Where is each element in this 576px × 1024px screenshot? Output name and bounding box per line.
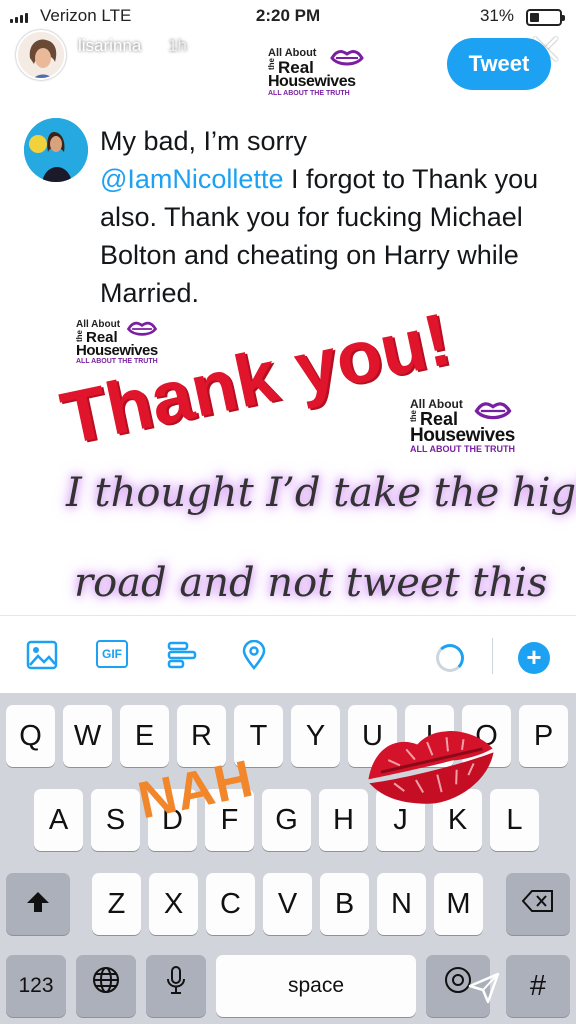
location-icon[interactable]: [238, 639, 270, 671]
delete-key[interactable]: [506, 873, 570, 935]
key[interactable]: V: [263, 873, 312, 935]
watermark-logo: All About Real Housewives ALL ABOUT THE …: [262, 44, 384, 97]
key[interactable]: W: [63, 705, 112, 767]
poll-icon[interactable]: [166, 640, 198, 670]
image-icon[interactable]: [26, 640, 58, 670]
caption-line1: I thought I’d take the high: [66, 470, 576, 516]
key[interactable]: P: [519, 705, 568, 767]
key[interactable]: Y: [291, 705, 340, 767]
key[interactable]: M: [434, 873, 483, 935]
story-avatar[interactable]: [16, 30, 66, 80]
compose-toolbar: GIF +: [0, 615, 576, 693]
watermark-line4: ALL ABOUT THE TRUTH: [410, 444, 515, 454]
key[interactable]: A: [34, 789, 83, 851]
globe-key[interactable]: [76, 955, 136, 1017]
tweet-compose-text[interactable]: My bad, I’m sorry @IamNicollette I forgo…: [100, 122, 560, 312]
numbers-key[interactable]: 123: [6, 955, 66, 1017]
space-key[interactable]: space: [216, 955, 416, 1017]
hash-key[interactable]: #: [506, 955, 570, 1017]
key[interactable]: C: [206, 873, 255, 935]
lips-logo-icon: [474, 402, 512, 420]
watermark-the: the: [409, 410, 418, 422]
key[interactable]: B: [320, 873, 369, 935]
key[interactable]: E: [120, 705, 169, 767]
character-count-ring: [436, 644, 464, 672]
tweet-text-line1: My bad, I’m sorry: [100, 126, 308, 156]
battery-icon: [526, 9, 565, 26]
watermark-the: the: [267, 58, 276, 70]
key[interactable]: Z: [92, 873, 141, 935]
user-avatar[interactable]: [24, 118, 88, 182]
lips-sticker-icon: [360, 712, 500, 817]
shift-key[interactable]: [6, 873, 70, 935]
battery-percent: 31%: [479, 6, 514, 25]
toolbar-divider: [492, 638, 493, 674]
microphone-key[interactable]: [146, 955, 206, 1017]
watermark-the: the: [75, 330, 84, 342]
watermark-line4: ALL ABOUT THE TRUTH: [268, 90, 350, 97]
tweet-button[interactable]: Tweet: [447, 38, 551, 90]
lips-logo-icon: [126, 321, 158, 336]
key[interactable]: Q: [6, 705, 55, 767]
watermark-line3: Housewives: [410, 425, 515, 446]
watermark-logo: All About Real Housewives ALL ABOUT THE …: [404, 394, 534, 454]
key[interactable]: X: [149, 873, 198, 935]
caption-line2: road and not tweet this: [74, 560, 548, 606]
send-icon[interactable]: [468, 972, 500, 1009]
key[interactable]: N: [377, 873, 426, 935]
story-username[interactable]: lisarinna: [78, 36, 141, 56]
story-timestamp: 1h: [168, 36, 187, 55]
key[interactable]: G: [262, 789, 311, 851]
lips-logo-icon: [330, 50, 364, 66]
add-tweet-icon[interactable]: +: [518, 642, 550, 674]
gif-icon[interactable]: GIF: [96, 640, 128, 668]
watermark-line3: Housewives: [268, 73, 356, 90]
key[interactable]: S: [91, 789, 140, 851]
tweet-mention-link[interactable]: @IamNicollette: [100, 164, 283, 194]
